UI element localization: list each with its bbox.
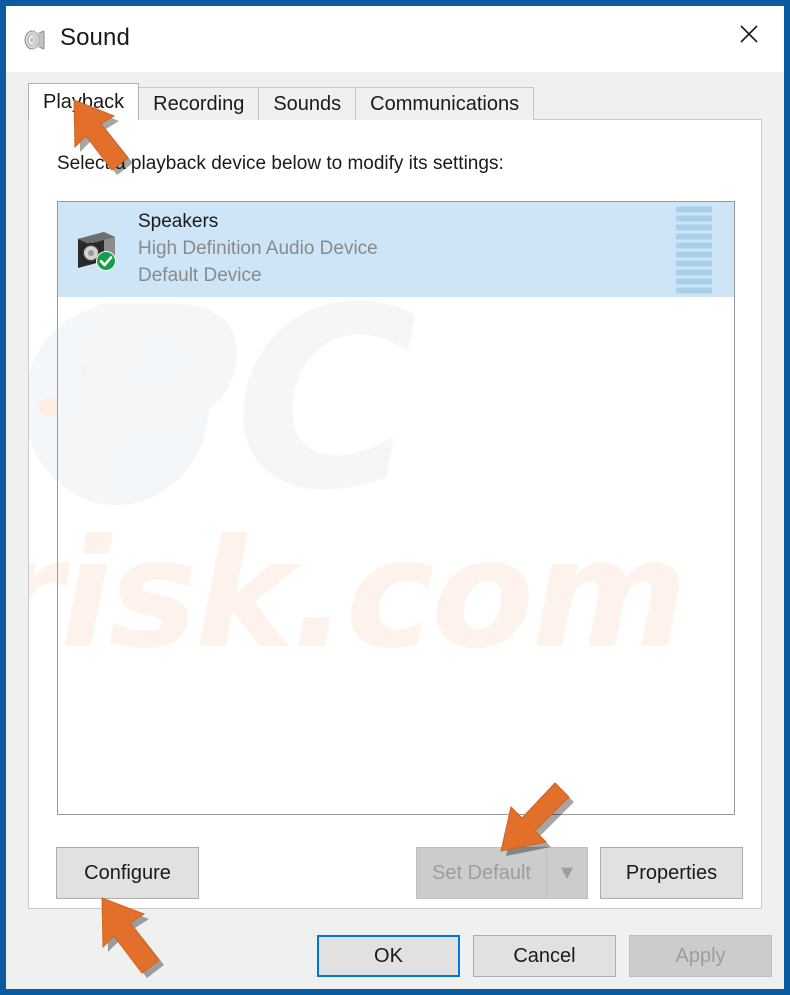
- ok-button-label: OK: [374, 944, 403, 967]
- tab-recording-label: Recording: [153, 92, 245, 115]
- tab-strip: Playback Recording Sounds Communications: [28, 83, 535, 120]
- title-bar: Sound: [6, 6, 784, 72]
- set-default-button[interactable]: Set Default: [416, 847, 546, 899]
- watermark-dot: [39, 397, 59, 417]
- speaker-device-icon: [74, 227, 120, 273]
- volume-meter-segment: [676, 242, 712, 248]
- apply-button[interactable]: Apply: [629, 935, 772, 977]
- set-default-button-label: Set Default: [432, 861, 531, 884]
- instruction-text: Select a playback device below to modify…: [57, 153, 504, 174]
- window-title: Sound: [60, 24, 130, 51]
- volume-meter-segment: [676, 260, 712, 266]
- set-default-dropdown-glyph: ▼: [557, 861, 577, 884]
- tab-playback-label: Playback: [43, 90, 125, 113]
- cancel-button-label: Cancel: [513, 944, 576, 967]
- cancel-button[interactable]: Cancel: [473, 935, 616, 977]
- device-name: Speakers: [138, 211, 219, 233]
- volume-meter-segment: [676, 269, 712, 275]
- tab-playback[interactable]: Playback: [28, 83, 140, 120]
- volume-meter-segment: [676, 251, 712, 257]
- configure-button-label: Configure: [84, 861, 171, 884]
- tab-communications-label: Communications: [370, 92, 520, 115]
- chevron-down-icon[interactable]: ▼: [546, 847, 588, 899]
- properties-button-label: Properties: [625, 861, 718, 884]
- speaker-icon: [22, 26, 50, 54]
- tab-sounds-label: Sounds: [273, 92, 342, 115]
- tab-recording[interactable]: Recording: [138, 87, 260, 120]
- playback-tab-panel: PC risk.com Select a playback device bel…: [28, 119, 762, 909]
- playback-device-list[interactable]: Speakers High Definition Audio Device De…: [57, 201, 735, 815]
- device-text-block: Speakers High Definition Audio Device De…: [138, 209, 378, 290]
- device-status: Default Device: [138, 264, 262, 286]
- volume-meter-segment: [676, 206, 712, 212]
- volume-meter-segment: [676, 287, 712, 293]
- volume-meter: [676, 206, 712, 293]
- configure-button[interactable]: Configure: [56, 847, 199, 899]
- volume-meter-segment: [676, 224, 712, 230]
- sound-dialog-window: Sound Playback Recording Sounds Communic…: [0, 0, 790, 995]
- volume-meter-segment: [676, 215, 712, 221]
- volume-meter-segment: [676, 278, 712, 284]
- close-icon[interactable]: [714, 6, 784, 62]
- ok-button[interactable]: OK: [317, 935, 460, 977]
- device-driver: High Definition Audio Device: [138, 238, 378, 260]
- tab-communications[interactable]: Communications: [355, 87, 535, 120]
- tab-sounds[interactable]: Sounds: [258, 87, 357, 120]
- properties-button[interactable]: Properties: [600, 847, 743, 899]
- set-default-split-button[interactable]: Set Default ▼: [416, 847, 588, 899]
- apply-button-label: Apply: [675, 944, 726, 967]
- volume-meter-segment: [676, 233, 712, 239]
- device-list-item-speakers[interactable]: Speakers High Definition Audio Device De…: [58, 202, 734, 297]
